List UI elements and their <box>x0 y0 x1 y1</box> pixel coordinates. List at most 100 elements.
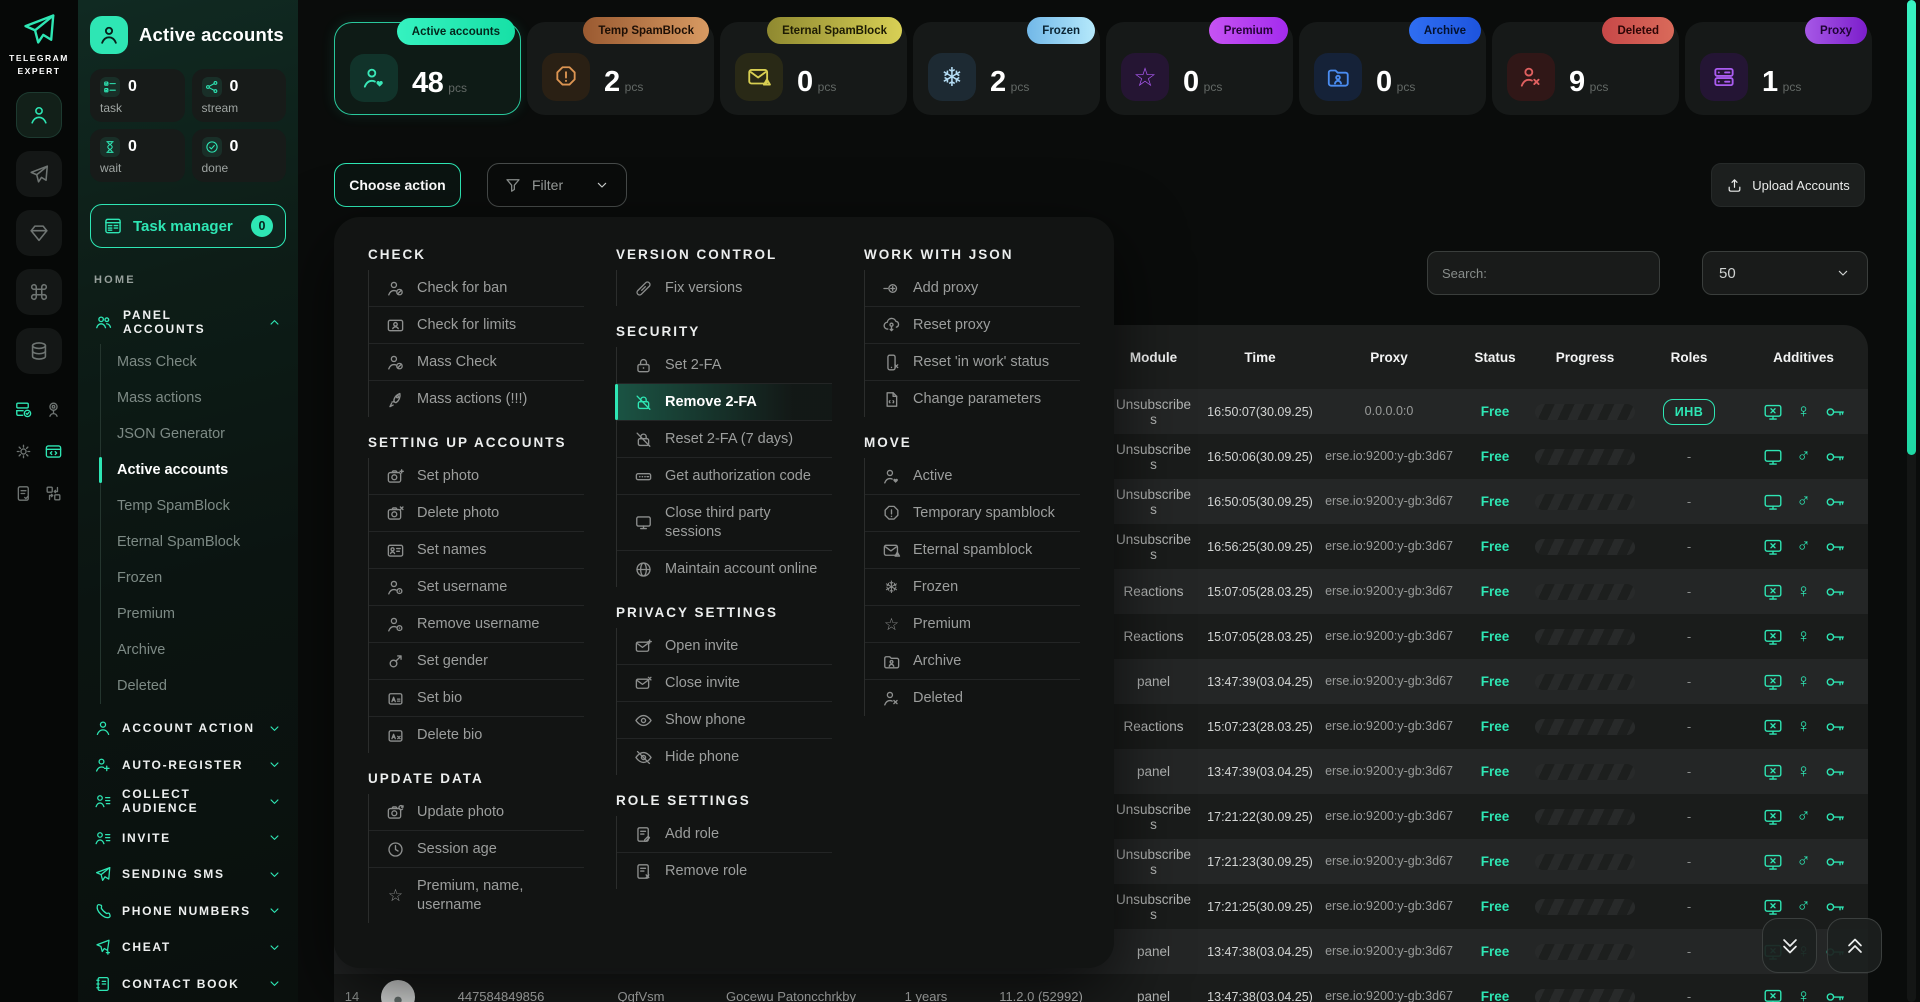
rail-button-data[interactable] <box>16 328 62 374</box>
menu-item-deleted[interactable]: Deleted <box>865 680 1080 716</box>
page-scrollbar-track[interactable] <box>1907 0 1916 1002</box>
choose-action-button[interactable]: Choose action <box>334 163 461 207</box>
menu-item-eternal-spamblock[interactable]: Eternal spamblock <box>865 532 1080 569</box>
menu-item-check-for-ban[interactable]: Check for ban <box>369 270 584 307</box>
menu-item-session-age[interactable]: Session age <box>369 831 584 868</box>
menu-item-frozen[interactable]: ❄Frozen <box>865 569 1080 606</box>
status-card-proxy[interactable]: Proxy1pcs <box>1685 22 1872 115</box>
sidebar-section-collect-audience[interactable]: COLLECT AUDIENCE <box>90 783 286 820</box>
status-card-active-accounts[interactable]: Active accounts48pcs <box>334 22 521 115</box>
menu-item-reset-in-work-status[interactable]: Reset 'in work' status <box>865 344 1080 381</box>
sidebar-item-mass-check[interactable]: Mass Check <box>101 344 286 380</box>
sidebar-item-temp-spamblock[interactable]: Temp SpamBlock <box>101 488 286 524</box>
sidebar-section-sending-sms[interactable]: SENDING SMS <box>90 856 286 893</box>
server-icon <box>1700 53 1748 101</box>
rail-mini-server-check[interactable] <box>14 400 34 424</box>
menu-item-add-role[interactable]: Add role <box>617 816 832 853</box>
rail-mini-code-window[interactable] <box>44 442 64 466</box>
sidebar-item-json-generator[interactable]: JSON Generator <box>101 416 286 452</box>
column-header-roles: Roles <box>1639 350 1739 365</box>
task-manager-badge: 0 <box>251 215 273 237</box>
menu-item-open-invite[interactable]: Open invite <box>617 628 832 665</box>
status-card-pill: Premium <box>1209 17 1288 44</box>
menu-item-mass-check[interactable]: Mass Check <box>369 344 584 381</box>
menu-item-set-gender[interactable]: Set gender <box>369 643 584 680</box>
rail-mini-gear[interactable] <box>14 442 34 466</box>
sidebar-section-contact-book[interactable]: CONTACT BOOK <box>90 966 286 1002</box>
menu-item-remove-2-fa[interactable]: Remove 2-FA <box>617 384 832 421</box>
sidebar-item-eternal-spamblock[interactable]: Eternal SpamBlock <box>101 524 286 560</box>
menu-item-set-username[interactable]: Set username <box>369 569 584 606</box>
menu-item-mass-actions-[interactable]: Mass actions (!!!) <box>369 381 584 417</box>
scroll-to-bottom-button[interactable] <box>1762 918 1817 973</box>
menu-item-premium[interactable]: ☆Premium <box>865 606 1080 643</box>
rail-button-actions[interactable] <box>16 269 62 315</box>
rail-button-accounts[interactable] <box>16 92 62 138</box>
rail-mini-swap[interactable] <box>44 484 64 508</box>
sidebar-item-deleted[interactable]: Deleted <box>101 668 286 704</box>
sidebar-item-premium[interactable]: Premium <box>101 596 286 632</box>
status-card-temp-spamblock[interactable]: Temp SpamBlock2pcs <box>527 22 714 115</box>
sidebar-section-auto-register[interactable]: AUTO-REGISTER <box>90 747 286 784</box>
status-card-archive[interactable]: Archive0pcs <box>1299 22 1486 115</box>
menu-item-add-proxy[interactable]: Add proxy <box>865 270 1080 307</box>
menu-item-delete-bio[interactable]: Delete bio <box>369 717 584 753</box>
menu-item-temporary-spamblock[interactable]: Temporary spamblock <box>865 495 1080 532</box>
sidebar-section-panel-accounts[interactable]: PANEL ACCOUNTS <box>90 308 286 336</box>
page-size-select[interactable]: 50 <box>1702 251 1868 295</box>
menu-item-archive[interactable]: Archive <box>865 643 1080 680</box>
menu-item-premium-name-username[interactable]: ☆Premium, name, username <box>369 868 584 923</box>
menu-item-label: Set bio <box>417 689 462 708</box>
sidebar-item-frozen[interactable]: Frozen <box>101 560 286 596</box>
menu-item-get-authorization-code[interactable]: Get authorization code <box>617 458 832 495</box>
home-label[interactable]: HOME <box>90 274 286 286</box>
menu-item-change-parameters[interactable]: Change parameters <box>865 381 1080 417</box>
status-card-frozen[interactable]: Frozen❄2pcs <box>913 22 1100 115</box>
sidebar-section-invite[interactable]: INVITE <box>90 820 286 857</box>
menu-item-reset-proxy[interactable]: Reset proxy <box>865 307 1080 344</box>
rail-button-premium[interactable] <box>16 210 62 256</box>
key-icon <box>1824 716 1846 738</box>
sidebar-item-archive[interactable]: Archive <box>101 632 286 668</box>
menu-item-hide-phone[interactable]: Hide phone <box>617 739 832 775</box>
status-card-deleted[interactable]: Deleted9pcs <box>1492 22 1679 115</box>
menu-item-maintain-account-online[interactable]: Maintain account online <box>617 551 832 587</box>
menu-item-show-phone[interactable]: Show phone <box>617 702 832 739</box>
scroll-to-top-button[interactable] <box>1827 918 1882 973</box>
upload-accounts-button[interactable]: Upload Accounts <box>1711 163 1865 207</box>
search-input[interactable] <box>1427 251 1660 295</box>
rail-mini-person-cam[interactable] <box>44 400 64 424</box>
task-manager-button[interactable]: Task manager 0 <box>90 204 286 248</box>
sidebar-section-account-action[interactable]: ACCOUNT ACTION <box>90 710 286 747</box>
sidebar-item-active-accounts[interactable]: Active accounts <box>101 452 286 488</box>
menu-item-reset-2-fa-7-days-[interactable]: Reset 2-FA (7 days) <box>617 421 832 458</box>
table-row[interactable]: 14447584849856QgfVsmGocewu Patoncchrkby1… <box>334 974 1868 1002</box>
menu-item-fix-versions[interactable]: Fix versions <box>617 270 832 306</box>
menu-item-set-2-fa[interactable]: Set 2-FA <box>617 347 832 384</box>
status-card-eternal-spamblock[interactable]: Eternal SpamBlock0pcs <box>720 22 907 115</box>
menu-item-set-names[interactable]: Set names <box>369 532 584 569</box>
sidebar-section-cheat[interactable]: CHEAT <box>90 929 286 966</box>
menu-item-remove-role[interactable]: Remove role <box>617 853 832 889</box>
sidebar-item-mass-actions[interactable]: Mass actions <box>101 380 286 416</box>
page-scrollbar-thumb[interactable] <box>1907 0 1916 455</box>
menu-item-close-invite[interactable]: Close invite <box>617 665 832 702</box>
rail-mini-doc-check[interactable] <box>14 484 34 508</box>
key-icon <box>1824 671 1846 693</box>
menu-item-remove-username[interactable]: Remove username <box>369 606 584 643</box>
status-card-premium[interactable]: Premium☆0pcs <box>1106 22 1293 115</box>
cell-time: 17:21:25(30.09.25) <box>1201 900 1319 914</box>
filter-dropdown[interactable]: Filter <box>487 163 627 207</box>
role-badge[interactable]: ИНВ <box>1663 399 1716 425</box>
rail-button-sending[interactable] <box>16 151 62 197</box>
status-card-count: 2 <box>604 66 620 99</box>
menu-item-delete-photo[interactable]: Delete photo <box>369 495 584 532</box>
sidebar-section-phone-numbers[interactable]: PHONE NUMBERS <box>90 893 286 930</box>
menu-item-set-photo[interactable]: Set photo <box>369 458 584 495</box>
menu-group-title: MOVE <box>864 435 1080 450</box>
menu-item-active[interactable]: Active <box>865 458 1080 495</box>
menu-item-set-bio[interactable]: Set bio <box>369 680 584 717</box>
menu-item-check-for-limits[interactable]: Check for limits <box>369 307 584 344</box>
menu-item-update-photo[interactable]: Update photo <box>369 794 584 831</box>
menu-item-close-third-party-sessions[interactable]: Close third party sessions <box>617 495 832 551</box>
